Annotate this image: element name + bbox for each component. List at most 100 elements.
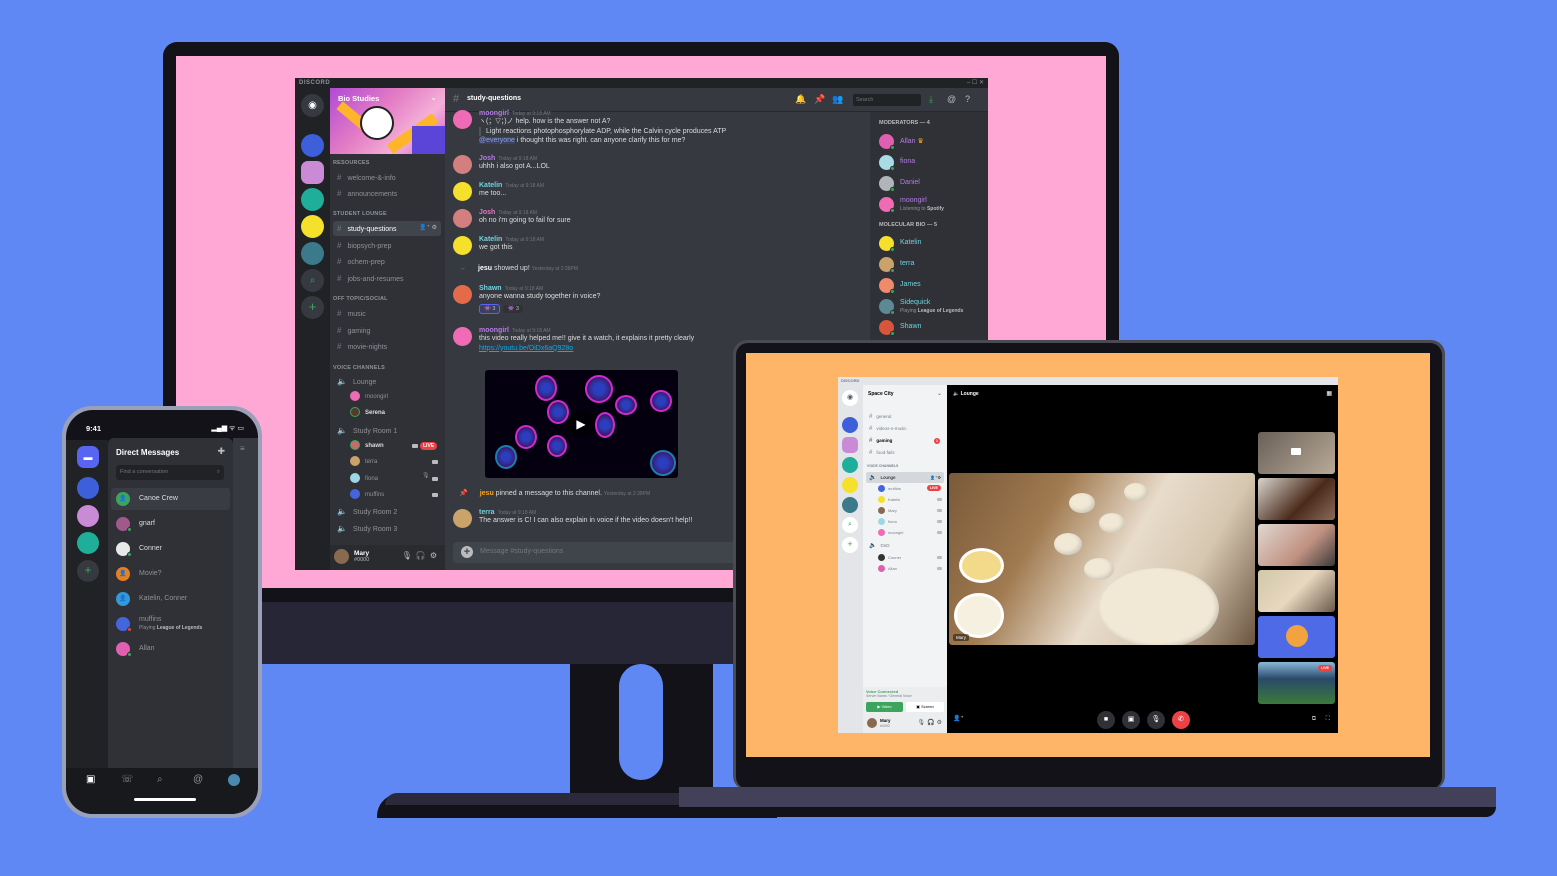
server-icon-monster[interactable] [301, 242, 324, 265]
channel-movie-nights[interactable]: # movie-nights [333, 339, 441, 354]
voice-channel-study-room-3[interactable]: 🔈 Study Room 3 [333, 521, 441, 536]
dm-item[interactable]: muffins Playing League of Legends [111, 613, 230, 635]
voice-user[interactable]: fiona [878, 516, 897, 527]
chat-peek[interactable]: ≡ [233, 438, 258, 768]
dm-item[interactable]: Conner [111, 538, 230, 560]
add-server-icon[interactable]: + [77, 560, 99, 582]
fullscreen-icon[interactable]: ⛶ [1326, 716, 1330, 723]
search-tab-icon[interactable]: ⌕ [157, 774, 163, 785]
pin-icon[interactable]: 📌 [814, 94, 825, 105]
avatar[interactable] [453, 236, 472, 255]
screen-share-button[interactable]: ▣ Screen [906, 702, 944, 712]
voice-user[interactable]: Katelin [878, 494, 900, 505]
user-avatar[interactable] [867, 718, 877, 728]
video-thumbnail[interactable] [1258, 478, 1335, 520]
channel-jobs-and-resumes[interactable]: # jobs-and-resumes [333, 271, 441, 286]
help-icon[interactable]: ? [965, 94, 970, 104]
main-video-tile[interactable]: Mary [949, 473, 1255, 645]
user-avatar[interactable] [334, 549, 349, 564]
avatar[interactable] [453, 509, 472, 528]
screen-share-button[interactable]: ▣ [1122, 711, 1140, 729]
dm-item[interactable]: Allan [111, 638, 230, 660]
mic-button[interactable]: 🎙 [1147, 711, 1165, 729]
profile-tab-avatar[interactable] [228, 774, 240, 786]
video-thumbnail[interactable] [1258, 432, 1335, 474]
chevron-down-icon[interactable]: ⌄ [937, 390, 942, 397]
video-embed[interactable]: ▶ [485, 370, 678, 478]
explore-servers-icon[interactable]: ⌕ [301, 269, 324, 292]
add-server-icon[interactable]: + [842, 537, 858, 553]
new-dm-icon[interactable]: ✚ [217, 446, 225, 457]
voice-user[interactable]: moongirl [350, 390, 388, 404]
voice-user[interactable]: terra [350, 455, 377, 469]
server-icon-teal[interactable] [77, 532, 99, 554]
server-name[interactable]: Space City [868, 391, 894, 397]
add-server-icon[interactable]: + [301, 296, 324, 319]
video-thumbnail[interactable] [1258, 524, 1335, 566]
popout-icon[interactable]: ⧉ [1312, 716, 1316, 723]
voice-user[interactable]: Allan [878, 563, 897, 574]
home-tab-icon[interactable]: ▣ [86, 774, 95, 785]
voice-user[interactable]: muffins [350, 488, 384, 502]
invite-and-settings-icons[interactable]: 👤⁺ ⚙ [419, 221, 437, 236]
bell-icon[interactable]: 🔔 [795, 94, 806, 105]
play-icon[interactable]: ▶ [567, 410, 595, 438]
server-icon-boat[interactable] [77, 477, 99, 499]
message-author[interactable]: moongirl [479, 110, 509, 117]
voice-user[interactable]: Mary [878, 505, 897, 516]
discord-home-icon[interactable]: ◉ [842, 390, 858, 406]
avatar[interactable] [453, 155, 472, 174]
voice-user[interactable]: muffins [878, 483, 901, 494]
channel-videos-n-music[interactable]: # videos-n-music [866, 423, 944, 434]
hamburger-icon[interactable]: ≡ [240, 444, 245, 453]
voice-channel-dnd[interactable]: 🔈 DnD [866, 540, 944, 551]
grid-layout-icon[interactable]: ▦ [1326, 390, 1332, 397]
server-icon-teal[interactable] [301, 188, 324, 211]
avatar[interactable] [453, 285, 472, 304]
message-link[interactable]: https://youtu.be/OiDx6aQ928o [479, 344, 694, 354]
video-thumbnail[interactable] [1258, 570, 1335, 612]
add-user-icon[interactable]: 👤⁺ [953, 715, 964, 722]
dm-item[interactable]: gnarf [111, 513, 230, 535]
category-resources[interactable]: RESOURCES [333, 160, 370, 166]
server-icon-boat[interactable] [842, 417, 858, 433]
friends-tab-icon[interactable]: ☏ [121, 774, 134, 785]
server-name[interactable]: Bio Studies [338, 94, 379, 103]
category-off-topic[interactable]: OFF TOPIC/SOCIAL [333, 296, 388, 302]
channel-ochem-prep[interactable]: # ochem-prep [333, 254, 441, 269]
message-author[interactable]: moongirl [479, 327, 509, 334]
channel-food-fails[interactable]: # food-fails [866, 447, 944, 458]
category-student-lounge[interactable]: STUDENT LOUNGE [333, 211, 387, 217]
server-icon-bio-studies[interactable] [77, 505, 99, 527]
channel-study-questions[interactable]: # study-questions 👤⁺ ⚙ [333, 221, 441, 236]
avatar[interactable] [453, 209, 472, 228]
voice-user[interactable]: Conner [878, 552, 901, 563]
server-icon-monster[interactable] [842, 497, 858, 513]
mention[interactable]: @everyone [479, 137, 515, 144]
message-author[interactable]: Shawn [479, 285, 502, 292]
video-thumbnail-avatar[interactable] [1258, 616, 1335, 658]
server-icon-cactus[interactable] [301, 215, 324, 238]
find-conversation-input[interactable]: Find a conversation ⌕ [116, 465, 224, 480]
message-author[interactable]: Josh [479, 209, 495, 216]
channel-gaming[interactable]: # gaming 1 [866, 435, 944, 446]
mentions-icon[interactable]: @ [947, 94, 956, 104]
server-icon-bio-studies[interactable] [301, 161, 324, 184]
camera-button[interactable]: ■ [1097, 711, 1115, 729]
category-voice-channels[interactable]: VOICE CHANNELS [867, 464, 898, 468]
message-author[interactable]: terra [479, 509, 495, 516]
category-voice-channels[interactable]: VOICE CHANNELS [333, 365, 385, 371]
channel-gaming[interactable]: # gaming [333, 323, 441, 338]
video-button[interactable]: ▶ Video [866, 702, 903, 712]
disconnect-button[interactable]: ✆ [1172, 711, 1190, 729]
avatar[interactable] [453, 110, 472, 129]
download-icon[interactable]: ⤓ [929, 94, 933, 105]
voice-channel-lounge[interactable]: 🔈 Lounge [333, 374, 441, 389]
mic-headset-settings-icons[interactable]: 🎙🎧⚙ [918, 719, 944, 726]
message-author[interactable]: Katelin [479, 182, 502, 189]
voice-channel-study-room-2[interactable]: 🔈 Study Room 2 [333, 504, 441, 519]
mentions-tab-icon[interactable]: @ [193, 774, 203, 785]
voice-user[interactable]: Serena [350, 406, 385, 420]
voice-user[interactable]: fiona [350, 472, 378, 486]
channel-biopsych-prep[interactable]: # biopsych-prep [333, 238, 441, 253]
